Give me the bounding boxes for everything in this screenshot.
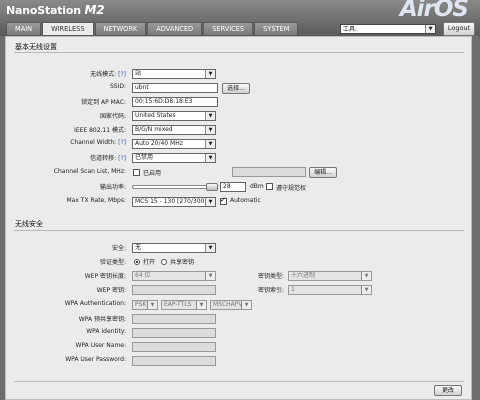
wpa-psk-input xyxy=(132,314,216,324)
auth-shared-label: 共享密钥 xyxy=(170,259,195,266)
wpa-password-label: WPA User Password: xyxy=(65,356,126,363)
tools-select[interactable]: 工具: ▼ xyxy=(340,24,436,34)
edit-scan-list-button[interactable]: 编辑... xyxy=(309,167,337,178)
ieee-mode-label: IEEE 802.11 模式: xyxy=(74,127,126,134)
chevron-down-icon: ▼ xyxy=(205,244,215,252)
wireless-mode-label: 无线模式: [?] xyxy=(90,71,126,78)
select-ssid-button[interactable]: 选择... xyxy=(222,83,250,94)
chevron-down-icon: ▼ xyxy=(205,112,215,120)
max-tx-label: Max TX Rate, Mbps: xyxy=(66,197,126,204)
output-power-label: 输出功率: xyxy=(99,184,126,191)
chevron-down-icon: ▼ xyxy=(205,70,215,78)
scan-enabled-label: 已启用 xyxy=(143,170,162,177)
wpa-identity-label: WPA Identity: xyxy=(86,328,126,335)
tab-network[interactable]: NETWORK xyxy=(94,22,147,35)
scan-list-checkbox[interactable] xyxy=(133,169,140,176)
country-select[interactable]: United States ▼ xyxy=(132,111,216,121)
auth-type-label: 验证类型: xyxy=(99,259,126,266)
brand-name: NanoStation M2 xyxy=(6,3,105,17)
chevron-down-icon: ▼ xyxy=(241,301,251,309)
logout-button[interactable]: Logout xyxy=(443,22,475,36)
top-header: NanoStation M2 AirOS MAIN WIRELESS NETWO… xyxy=(0,0,480,36)
divider xyxy=(14,52,464,53)
tab-services[interactable]: SERVICES xyxy=(203,22,254,35)
airos-logo: AirOS xyxy=(399,0,469,22)
security-select[interactable]: 无 ▼ xyxy=(132,243,216,253)
section-title-basic: 基本无线设置 xyxy=(15,43,57,51)
obey-regulatory-checkbox[interactable] xyxy=(266,183,273,190)
slider-handle[interactable] xyxy=(206,183,218,191)
tab-system[interactable]: SYSTEM xyxy=(254,22,299,35)
chevron-down-icon: ▼ xyxy=(205,272,215,280)
wep-length-label: WEP 密钥长度: xyxy=(84,273,126,280)
wpa-identity-input xyxy=(132,328,216,338)
scan-list-label: Channel Scan List, MHz: xyxy=(53,168,126,175)
key-type-select: 十六进制 ▼ xyxy=(288,271,372,281)
security-label: 安全: xyxy=(111,245,126,252)
output-power-input[interactable]: 28 xyxy=(220,182,246,192)
wireless-mode-select[interactable]: 站 ▼ xyxy=(132,69,216,79)
help-icon[interactable]: [?] xyxy=(118,139,126,146)
wireless-settings-panel: 基本无线设置 无线模式: [?] 站 ▼ SSID: ubnt 选择... 锁定到… xyxy=(5,36,472,400)
channel-width-select[interactable]: Auto 20/40 MHz ▼ xyxy=(132,139,216,149)
chevron-down-icon: ▼ xyxy=(361,286,371,294)
help-icon[interactable]: [?] xyxy=(118,71,126,78)
country-label: 国家代码: xyxy=(99,113,126,120)
chevron-down-icon: ▼ xyxy=(196,301,206,309)
key-index-label: 密钥索引: xyxy=(257,287,284,294)
apply-button[interactable]: 更改 xyxy=(434,385,462,396)
ssid-label: SSID: xyxy=(109,83,126,90)
wpa-psk-label: WPA 预共享密钥: xyxy=(78,316,126,323)
channel-shift-label: 信道转移: [?] xyxy=(90,155,126,162)
tab-wireless[interactable]: WIRELESS xyxy=(42,22,94,35)
auth-open-radio[interactable] xyxy=(134,259,140,265)
chevron-down-icon: ▼ xyxy=(205,140,215,148)
chevron-down-icon: ▼ xyxy=(361,272,371,280)
scan-list-input xyxy=(232,167,306,177)
obey-regulatory-label: 遵守规范权 xyxy=(276,185,307,192)
wpa-user-label: WPA User Name: xyxy=(75,342,126,349)
channel-shift-select[interactable]: 已禁用 ▼ xyxy=(132,153,216,163)
max-tx-select[interactable]: MCS 15 - 130 [270/300] ▼ xyxy=(132,197,216,207)
chevron-down-icon: ▼ xyxy=(205,154,215,162)
wep-length-select: 64 位 ▼ xyxy=(132,271,216,281)
wpa-password-input xyxy=(132,356,216,366)
chevron-down-icon: ▼ xyxy=(205,198,215,206)
lock-ap-label: 锁定到 AP MAC: xyxy=(81,99,126,106)
divider xyxy=(14,230,464,231)
help-icon[interactable]: [?] xyxy=(118,155,126,162)
dbm-unit: dBm xyxy=(250,183,264,190)
wpa-auth-label: WPA Authentication: xyxy=(64,300,126,307)
automatic-label: Automatic xyxy=(230,197,261,204)
chevron-down-icon: ▼ xyxy=(425,25,435,33)
tab-main[interactable]: MAIN xyxy=(6,22,42,35)
wpa-psk-select: PSK ▼ xyxy=(132,300,158,310)
lock-ap-input[interactable]: 00:15:6D:D8:18:E3 xyxy=(132,97,218,107)
channel-width-label: Channel Width: [?] xyxy=(70,139,126,146)
key-index-select: 1 ▼ xyxy=(288,285,372,295)
wpa-eap-select: EAP-TTLS ▼ xyxy=(161,300,207,310)
tab-advanced[interactable]: ADVANCED xyxy=(147,22,203,35)
auth-open-label: 打开 xyxy=(143,259,156,266)
ssid-input[interactable]: ubnt xyxy=(132,83,218,93)
wpa-user-input xyxy=(132,342,216,352)
main-tabs: MAIN WIRELESS NETWORK ADVANCED SERVICES … xyxy=(6,22,299,35)
chevron-down-icon: ▼ xyxy=(205,126,215,134)
wep-key-input xyxy=(132,285,216,295)
ieee-mode-select[interactable]: B/G/N mixed ▼ xyxy=(132,125,216,135)
key-type-label: 密钥类型: xyxy=(257,273,284,280)
auth-shared-radio[interactable] xyxy=(161,259,167,265)
chevron-down-icon: ▼ xyxy=(147,301,157,309)
automatic-checkbox[interactable] xyxy=(220,196,227,205)
wpa-mschap-select: MSCHAPV2 ▼ xyxy=(210,300,252,310)
section-title-security: 无线安全 xyxy=(15,220,43,228)
wep-key-label: WEP 密钥: xyxy=(96,287,126,294)
output-power-slider[interactable] xyxy=(132,185,216,189)
divider xyxy=(14,381,464,382)
